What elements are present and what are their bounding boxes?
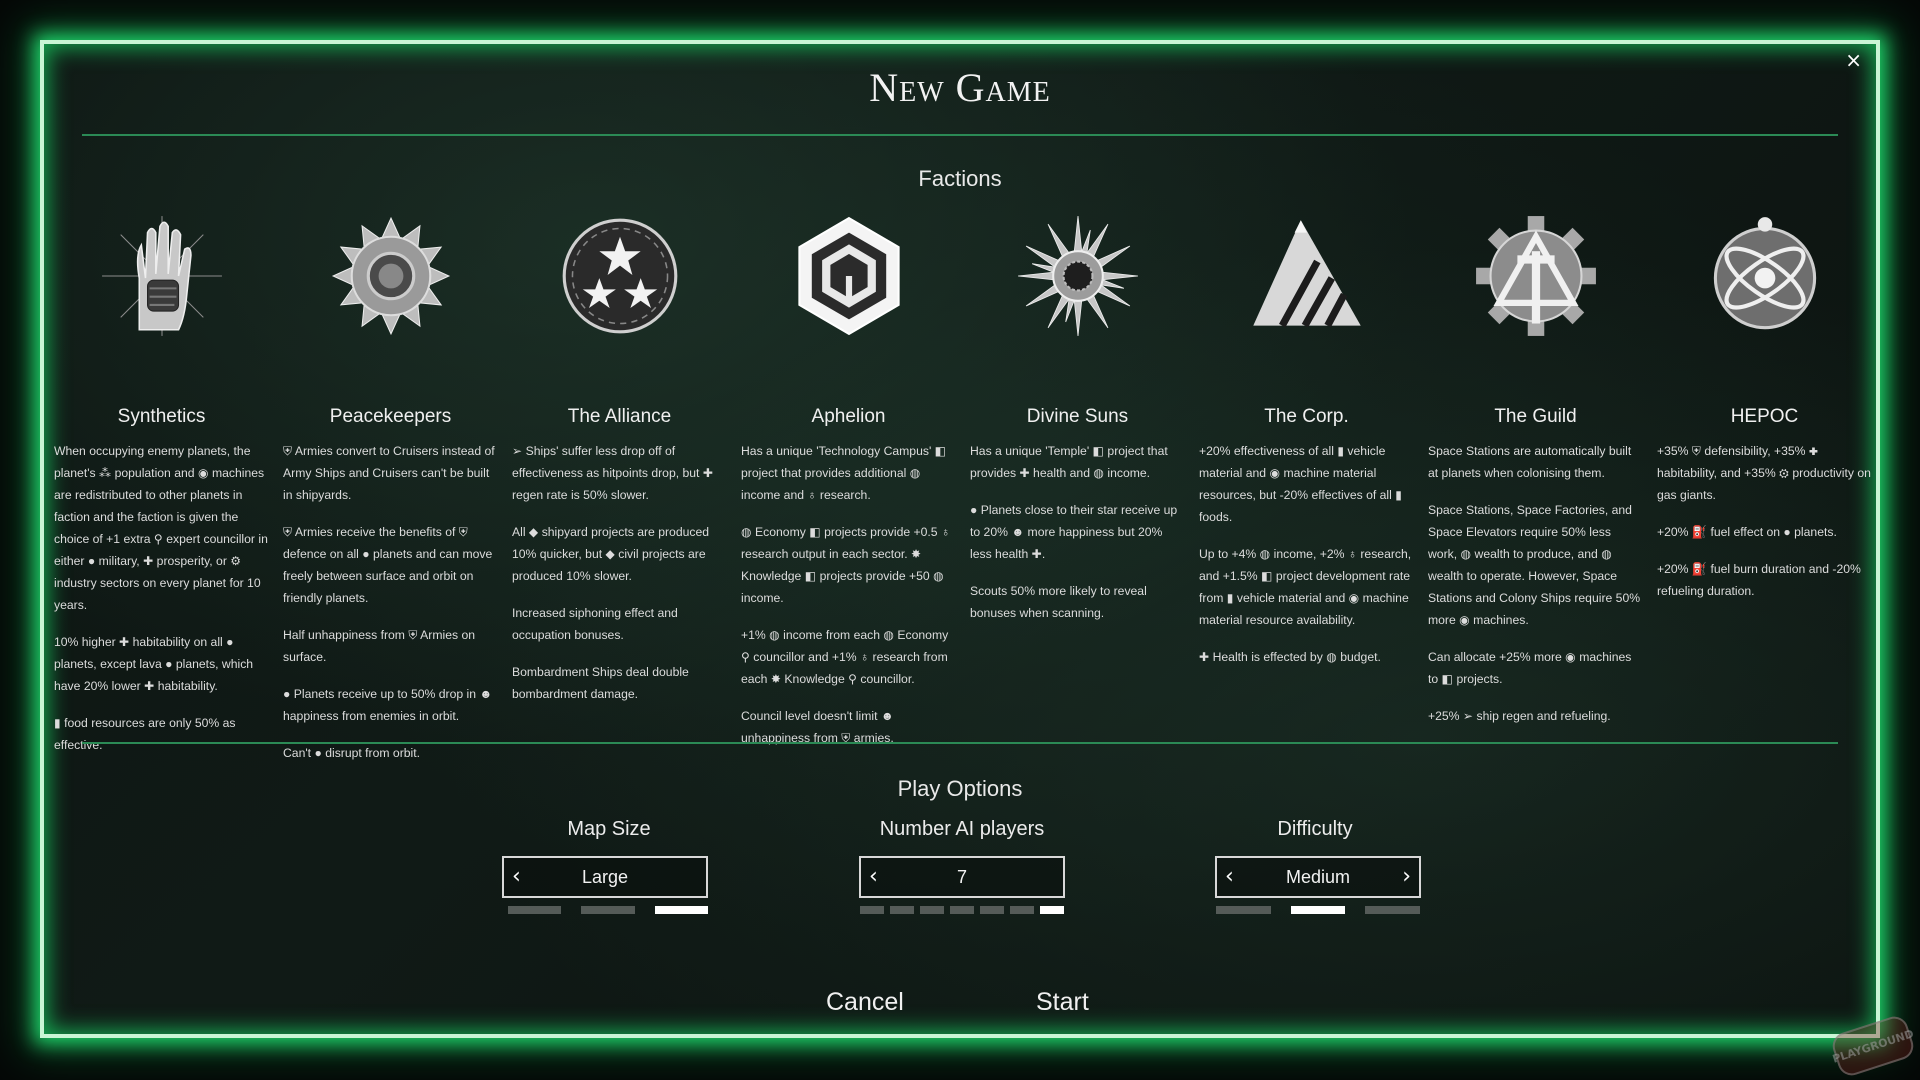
step-indicator [508,906,562,914]
raised-fist-hand-icon [101,216,222,336]
step-indicator [1216,906,1271,914]
ai-players-selector[interactable]: ‹ 7 [859,856,1065,898]
step-indicator [950,906,974,914]
faction-trait: Increased siphoning effect and occupatio… [512,606,678,642]
divider [82,742,1838,744]
faction-description: ⛨ Armies convert to Cruisers instead of … [283,440,498,779]
faction-trait: +1% ◍ income from each ◍ Economy ⚲ counc… [741,628,949,686]
faction-description: +20% effectiveness of all ▮ vehicle mate… [1199,440,1414,683]
faction-name: HEPOC [1730,406,1799,427]
map-size-label: Map Size [567,818,651,840]
faction-trait: Can't ● disrupt from orbit. [283,746,421,760]
step-indicator [890,906,914,914]
step-indicator [1040,906,1064,914]
faction-trait: +20% effectiveness of all ▮ vehicle mate… [1199,444,1402,524]
faction-trait: Space Stations, Space Factories, and Spa… [1428,503,1641,627]
page-title: New Game [869,65,1051,110]
ai-players-value: 7 [956,866,967,887]
three-stars-icon [562,218,677,334]
chevron-left-icon[interactable]: ‹ [1225,864,1234,890]
faction-trait: ● Planets close to their star receive up… [970,503,1178,561]
step-indicator [920,906,944,914]
step-indicator [860,906,884,914]
faction-trait: ⛨ Armies receive the benefits of ⛨ defen… [283,525,493,605]
step-indicator [980,906,1004,914]
step-indicator [1365,906,1420,914]
faction-list: Synthetics When occupying enemy planets,… [54,214,1874,774]
difficulty-value: Medium [1285,866,1351,887]
faction-description: +35% ⛨ defensibility, +35% ✚ habitabilit… [1657,440,1872,617]
faction-name: Aphelion [811,406,886,427]
faction-description: Space Stations are automatically built a… [1428,440,1643,742]
chevron-left-icon[interactable]: ‹ [512,864,521,890]
map-size-value: Large [581,866,629,887]
faction-name: The Guild [1494,406,1577,427]
radiant-sun-icon [1017,216,1138,336]
faction-name: Synthetics [117,406,206,427]
map-size-steps [508,906,708,914]
faction-trait: Bombardment Ships deal double bombardmen… [512,665,689,701]
sawblade-gear-icon [331,216,450,336]
faction-trait: +35% ⛨ defensibility, +35% ✚ habitabilit… [1657,444,1871,502]
step-indicator [1290,906,1346,914]
faction-trait: ⛨ Armies convert to Cruisers instead of … [283,444,495,502]
faction-trait: +20% ⛽ fuel burn duration and -20% refue… [1657,562,1861,598]
faction-trait: Has a unique 'Temple' ◧ project that pro… [970,444,1168,480]
chevron-right-icon[interactable]: › [1402,864,1411,890]
faction-description: Has a unique 'Technology Campus' ◧ proje… [741,440,956,764]
play-options-heading: Play Options [897,776,1023,801]
faction-description: When occupying enemy planets, the planet… [54,440,269,771]
faction-description: ➢ Ships' suffer less drop off of effecti… [512,440,727,720]
faction-trait: Space Stations are automatically built a… [1428,444,1632,480]
striped-pyramid-icon [1252,220,1361,328]
faction-trait: ● Planets receive up to 50% drop in ☻ ha… [283,687,493,723]
start-button[interactable]: Start [1036,988,1089,1017]
faction-description: Has a unique 'Temple' ◧ project that pro… [970,440,1185,639]
step-indicator [1010,906,1034,914]
faction-trait: +25% ➢ ship regen and refueling. [1428,709,1611,723]
ai-players-label: Number AI players [879,818,1045,840]
faction-trait: Scouts 50% more likely to reveal bonuses… [970,584,1147,620]
faction-trait: ➢ Ships' suffer less drop off of effecti… [512,444,714,502]
cancel-button[interactable]: Cancel [826,988,904,1017]
hexagon-cube-icon [797,216,900,336]
faction-name: The Alliance [567,406,672,427]
faction-trait: ▮ food resources are only 50% as effecti… [54,716,236,752]
faction-trait: All ◆ shipyard projects are produced 10%… [512,525,710,583]
ai-players-steps [860,906,1064,914]
faction-name: Peacekeepers [329,406,452,427]
faction-trait: 10% higher ✚ habitability on all ● plane… [54,635,254,693]
difficulty-steps [1216,906,1420,914]
faction-trait: When occupying enemy planets, the planet… [54,444,268,612]
faction-name: The Corp. [1264,406,1349,427]
difficulty-selector[interactable]: ‹ Medium › [1215,856,1421,898]
difficulty-label: Difficulty [1277,818,1353,840]
orbiting-atom-icon [1713,217,1816,330]
faction-trait: ◍ Economy ◧ projects provide +0.5 ♁ rese… [741,525,951,605]
faction-trait: Has a unique 'Technology Campus' ◧ proje… [741,444,947,502]
factions-heading: Factions [918,166,1002,191]
new-game-dialog: × New Game Factions Synthetics When occu… [40,40,1880,1038]
faction-trait: Half unhappiness from ⛨ Armies on surfac… [283,628,476,664]
faction-trait: +20% ⛽ fuel effect on ● planets. [1657,525,1837,539]
map-size-selector[interactable]: ‹ Large [502,856,708,898]
faction-name: Divine Suns [1026,406,1129,427]
faction-trait: ✚ Health is effected by ◍ budget. [1199,650,1381,664]
chevron-left-icon[interactable]: ‹ [869,864,878,890]
faction-trait: Can allocate +25% more ◉ machines to ◧ p… [1428,650,1632,686]
faction-trait: Up to +4% ◍ income, +2% ♁ research, and … [1199,547,1412,627]
divider [82,134,1838,136]
cog-caliper-icon [1475,216,1596,336]
step-indicator [581,906,635,914]
step-indicator [654,906,708,914]
